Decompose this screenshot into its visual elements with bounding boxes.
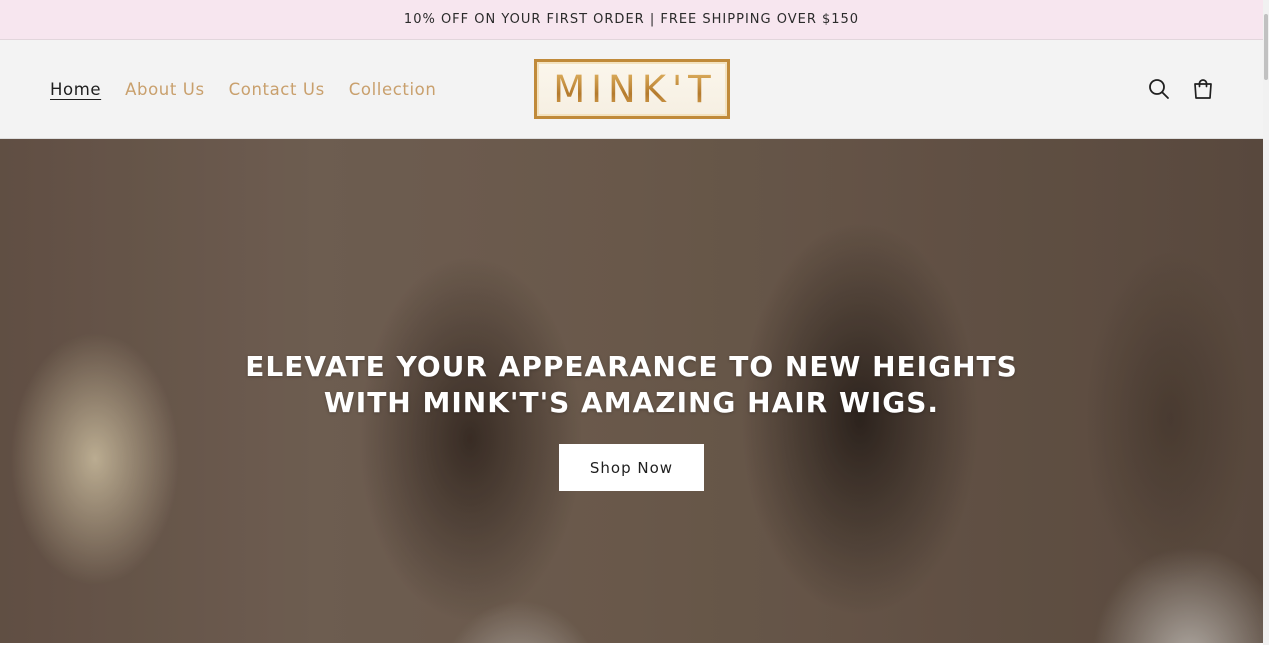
main-nav: Home About Us Contact Us Collection	[50, 40, 436, 139]
cart-icon	[1194, 79, 1212, 99]
cart-button[interactable]	[1190, 76, 1216, 102]
nav-collection[interactable]: Collection	[349, 80, 437, 99]
search-button[interactable]	[1146, 76, 1172, 102]
hero-banner: ELEVATE YOUR APPEARANCE TO NEW HEIGHTS W…	[0, 139, 1263, 643]
page-scrollbar[interactable]	[1263, 0, 1269, 645]
shop-now-button[interactable]: Shop Now	[559, 444, 704, 491]
logo-text: MINK'T	[547, 68, 717, 111]
hero-content: ELEVATE YOUR APPEARANCE TO NEW HEIGHTS W…	[0, 349, 1263, 491]
site-header: Home About Us Contact Us Collection MINK…	[0, 40, 1263, 139]
nav-contact-us[interactable]: Contact Us	[229, 80, 325, 99]
announcement-bar: 10% OFF ON YOUR FIRST ORDER | FREE SHIPP…	[0, 0, 1263, 40]
hero-heading: ELEVATE YOUR APPEARANCE TO NEW HEIGHTS W…	[245, 350, 1018, 419]
nav-home[interactable]: Home	[50, 80, 101, 99]
scrollbar-thumb[interactable]	[1264, 14, 1268, 80]
brand-logo[interactable]: MINK'T	[534, 59, 730, 119]
search-icon	[1149, 79, 1169, 99]
nav-about-us[interactable]: About Us	[125, 80, 205, 99]
announcement-text: 10% OFF ON YOUR FIRST ORDER | FREE SHIPP…	[403, 12, 860, 27]
